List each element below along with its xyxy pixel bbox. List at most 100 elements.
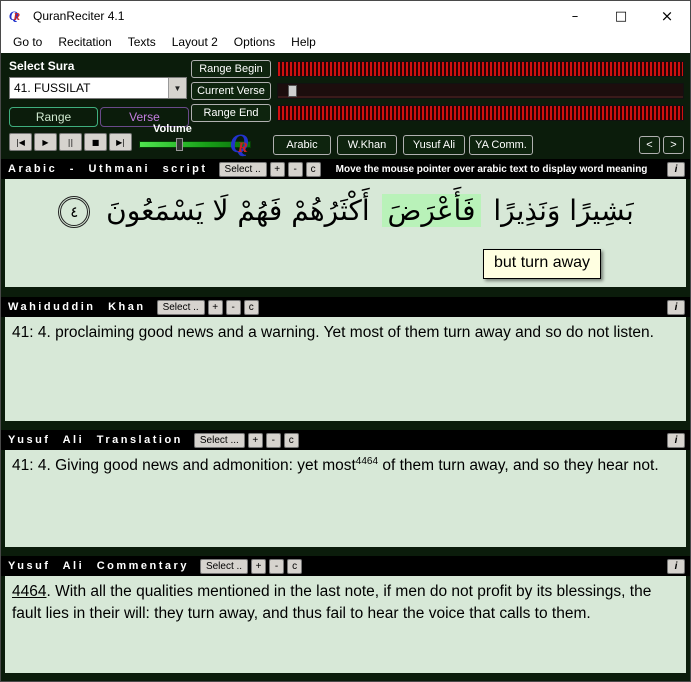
arabic-verse-panel: بَشِيرًا وَنَذِيرًا فَأَعْرَضَ أَكْثَرُه… xyxy=(1,179,690,287)
menu-help[interactable]: Help xyxy=(283,33,324,51)
yusufali-section-title: Yusuf Ali Translation xyxy=(8,434,183,446)
pause-icon: || xyxy=(67,137,74,147)
previous-verse-button[interactable]: < xyxy=(639,136,660,154)
verse-number-badge: ٤ xyxy=(58,196,91,228)
control-panel: Select Sura 41. FUSSILAT ▼ Range Verse |… xyxy=(1,53,690,159)
yusufali-button[interactable]: Yusuf Ali xyxy=(403,135,465,155)
qr-logo: QR xyxy=(230,129,249,159)
wkhan-font-decrease-button[interactable]: - xyxy=(225,299,241,315)
footnote-reference[interactable]: 4464 xyxy=(356,456,378,467)
app-window: QR QuranReciter 4.1 – □ × Go to Recitati… xyxy=(0,0,691,682)
wkhan-font-increase-button[interactable]: + xyxy=(207,299,223,315)
menu-texts[interactable]: Texts xyxy=(120,33,164,51)
last-verse-button[interactable]: ▶| xyxy=(109,133,132,151)
wkhan-section-header: Wahiduddin Khan Select .. + - c i xyxy=(1,297,690,317)
volume-thumb[interactable] xyxy=(176,138,183,151)
arabic-words-after[interactable]: أَكْثَرُهُمْ فَهُمْ لَا يَسْمَعُونَ xyxy=(103,194,373,227)
first-icon: |◀ xyxy=(16,137,25,147)
window-controls: – □ × xyxy=(552,1,690,31)
close-button[interactable]: × xyxy=(644,1,690,31)
highlighted-word[interactable]: فَأَعْرَضَ xyxy=(381,194,482,227)
yusufali-translation-panel: 41: 4. Giving good news and admonition: … xyxy=(1,450,690,547)
menu-goto[interactable]: Go to xyxy=(5,33,50,51)
stop-icon: ■ xyxy=(91,137,100,147)
select-sura-label: Select Sura xyxy=(9,59,75,73)
volume-label: Volume xyxy=(153,123,192,135)
wkhan-select-button[interactable]: Select .. xyxy=(156,299,205,315)
app-logo-icon: QR xyxy=(9,8,27,24)
wkhan-translation-text: 41: 4. proclaiming good news and a warni… xyxy=(12,324,654,341)
last-icon: ▶| xyxy=(116,137,125,147)
sura-select-value: 41. FUSSILAT xyxy=(14,81,91,95)
pause-button[interactable]: || xyxy=(59,133,82,151)
menu-bar: Go to Recitation Texts Layout 2 Options … xyxy=(1,31,690,53)
menu-layout2[interactable]: Layout 2 xyxy=(164,33,226,51)
commentary-copy-button[interactable]: c xyxy=(287,558,303,574)
yusufali-section-header: Yusuf Ali Translation Select ... + - c i xyxy=(1,430,690,450)
yusufali-font-increase-button[interactable]: + xyxy=(247,432,263,448)
arabic-font-decrease-button[interactable]: - xyxy=(287,161,303,177)
commentary-text: . With all the qualities mentioned in th… xyxy=(12,583,652,622)
commentary-section: Yusuf Ali Commentary Select .. + - c i 4… xyxy=(1,556,690,673)
arabic-info-button[interactable]: i xyxy=(667,161,685,177)
minimize-button[interactable]: – xyxy=(552,1,598,31)
commentary-section-title: Yusuf Ali Commentary xyxy=(8,560,189,572)
wkhan-section-title: Wahiduddin Khan xyxy=(8,301,146,313)
arabic-section: Arabic - Uthmani script Select .. + - c … xyxy=(1,159,690,287)
next-verse-button[interactable]: > xyxy=(663,136,684,154)
word-meaning-hint: Move the mouse pointer over arabic text … xyxy=(335,163,648,175)
logo-r: R xyxy=(13,12,21,23)
footnote-link[interactable]: 4464 xyxy=(12,583,46,600)
yacomm-button[interactable]: YA Comm. xyxy=(469,135,533,155)
play-icon: ▶ xyxy=(42,137,49,147)
current-verse-slider[interactable] xyxy=(277,83,684,99)
qr-logo-r: R xyxy=(237,140,248,156)
yusufali-select-button[interactable]: Select ... xyxy=(193,432,245,448)
yusufali-copy-button[interactable]: c xyxy=(283,432,299,448)
yusufali-info-button[interactable]: i xyxy=(667,432,685,448)
range-end-button[interactable]: Range End xyxy=(191,104,271,122)
range-end-slider[interactable] xyxy=(277,105,684,121)
menu-recitation[interactable]: Recitation xyxy=(50,33,119,51)
play-button[interactable]: ▶ xyxy=(34,133,57,151)
arabic-button[interactable]: Arabic xyxy=(273,135,331,155)
commentary-select-button[interactable]: Select .. xyxy=(199,558,249,574)
range-tab[interactable]: Range xyxy=(9,107,98,127)
commentary-font-decrease-button[interactable]: - xyxy=(269,558,285,574)
arabic-font-increase-button[interactable]: + xyxy=(269,161,285,177)
commentary-font-increase-button[interactable]: + xyxy=(251,558,267,574)
first-verse-button[interactable]: |◀ xyxy=(9,133,32,151)
range-begin-button[interactable]: Range Begin xyxy=(191,60,271,78)
wkhan-translation-panel: 41: 4. proclaiming good news and a warni… xyxy=(1,317,690,421)
arabic-section-title: Arabic - Uthmani script xyxy=(8,163,208,175)
title-bar: QR QuranReciter 4.1 – □ × xyxy=(1,1,690,31)
yusufali-section: Yusuf Ali Translation Select ... + - c i… xyxy=(1,430,690,547)
wkhan-section: Wahiduddin Khan Select .. + - c i 41: 4.… xyxy=(1,297,690,421)
word-meaning-tooltip: but turn away xyxy=(483,249,602,280)
yusufali-font-decrease-button[interactable]: - xyxy=(265,432,281,448)
yusufali-text-after: of them turn away, and so they hear not. xyxy=(378,457,659,475)
yusufali-text-before: 41: 4. Giving good news and admonition: … xyxy=(12,457,356,475)
wkhan-copy-button[interactable]: c xyxy=(243,299,259,315)
stop-button[interactable]: ■ xyxy=(84,133,107,151)
arabic-words-before[interactable]: بَشِيرًا وَنَذِيرًا xyxy=(490,194,636,227)
dropdown-arrow-icon[interactable]: ▼ xyxy=(168,78,186,98)
wkhan-button[interactable]: W.Khan xyxy=(337,135,397,155)
arabic-select-button[interactable]: Select .. xyxy=(218,161,267,177)
wkhan-info-button[interactable]: i xyxy=(667,299,685,315)
sura-select[interactable]: 41. FUSSILAT ▼ xyxy=(9,77,187,99)
main-area: Select Sura 41. FUSSILAT ▼ Range Verse |… xyxy=(1,53,690,681)
commentary-info-button[interactable]: i xyxy=(667,558,685,574)
commentary-panel: 4464. With all the qualities mentioned i… xyxy=(1,576,690,673)
arabic-copy-button[interactable]: c xyxy=(305,161,321,177)
arabic-verse-text[interactable]: بَشِيرًا وَنَذِيرًا فَأَعْرَضَ أَكْثَرُه… xyxy=(12,191,679,230)
slider-thumb[interactable] xyxy=(288,85,297,97)
commentary-section-header: Yusuf Ali Commentary Select .. + - c i xyxy=(1,556,690,576)
window-title: QuranReciter 4.1 xyxy=(33,9,125,23)
arabic-section-header: Arabic - Uthmani script Select .. + - c … xyxy=(1,159,690,179)
maximize-button[interactable]: □ xyxy=(598,1,644,31)
range-begin-slider[interactable] xyxy=(277,61,684,77)
transport-controls: |◀ ▶ || ■ ▶| xyxy=(9,133,132,151)
menu-options[interactable]: Options xyxy=(226,33,283,51)
current-verse-button[interactable]: Current Verse xyxy=(191,82,271,100)
